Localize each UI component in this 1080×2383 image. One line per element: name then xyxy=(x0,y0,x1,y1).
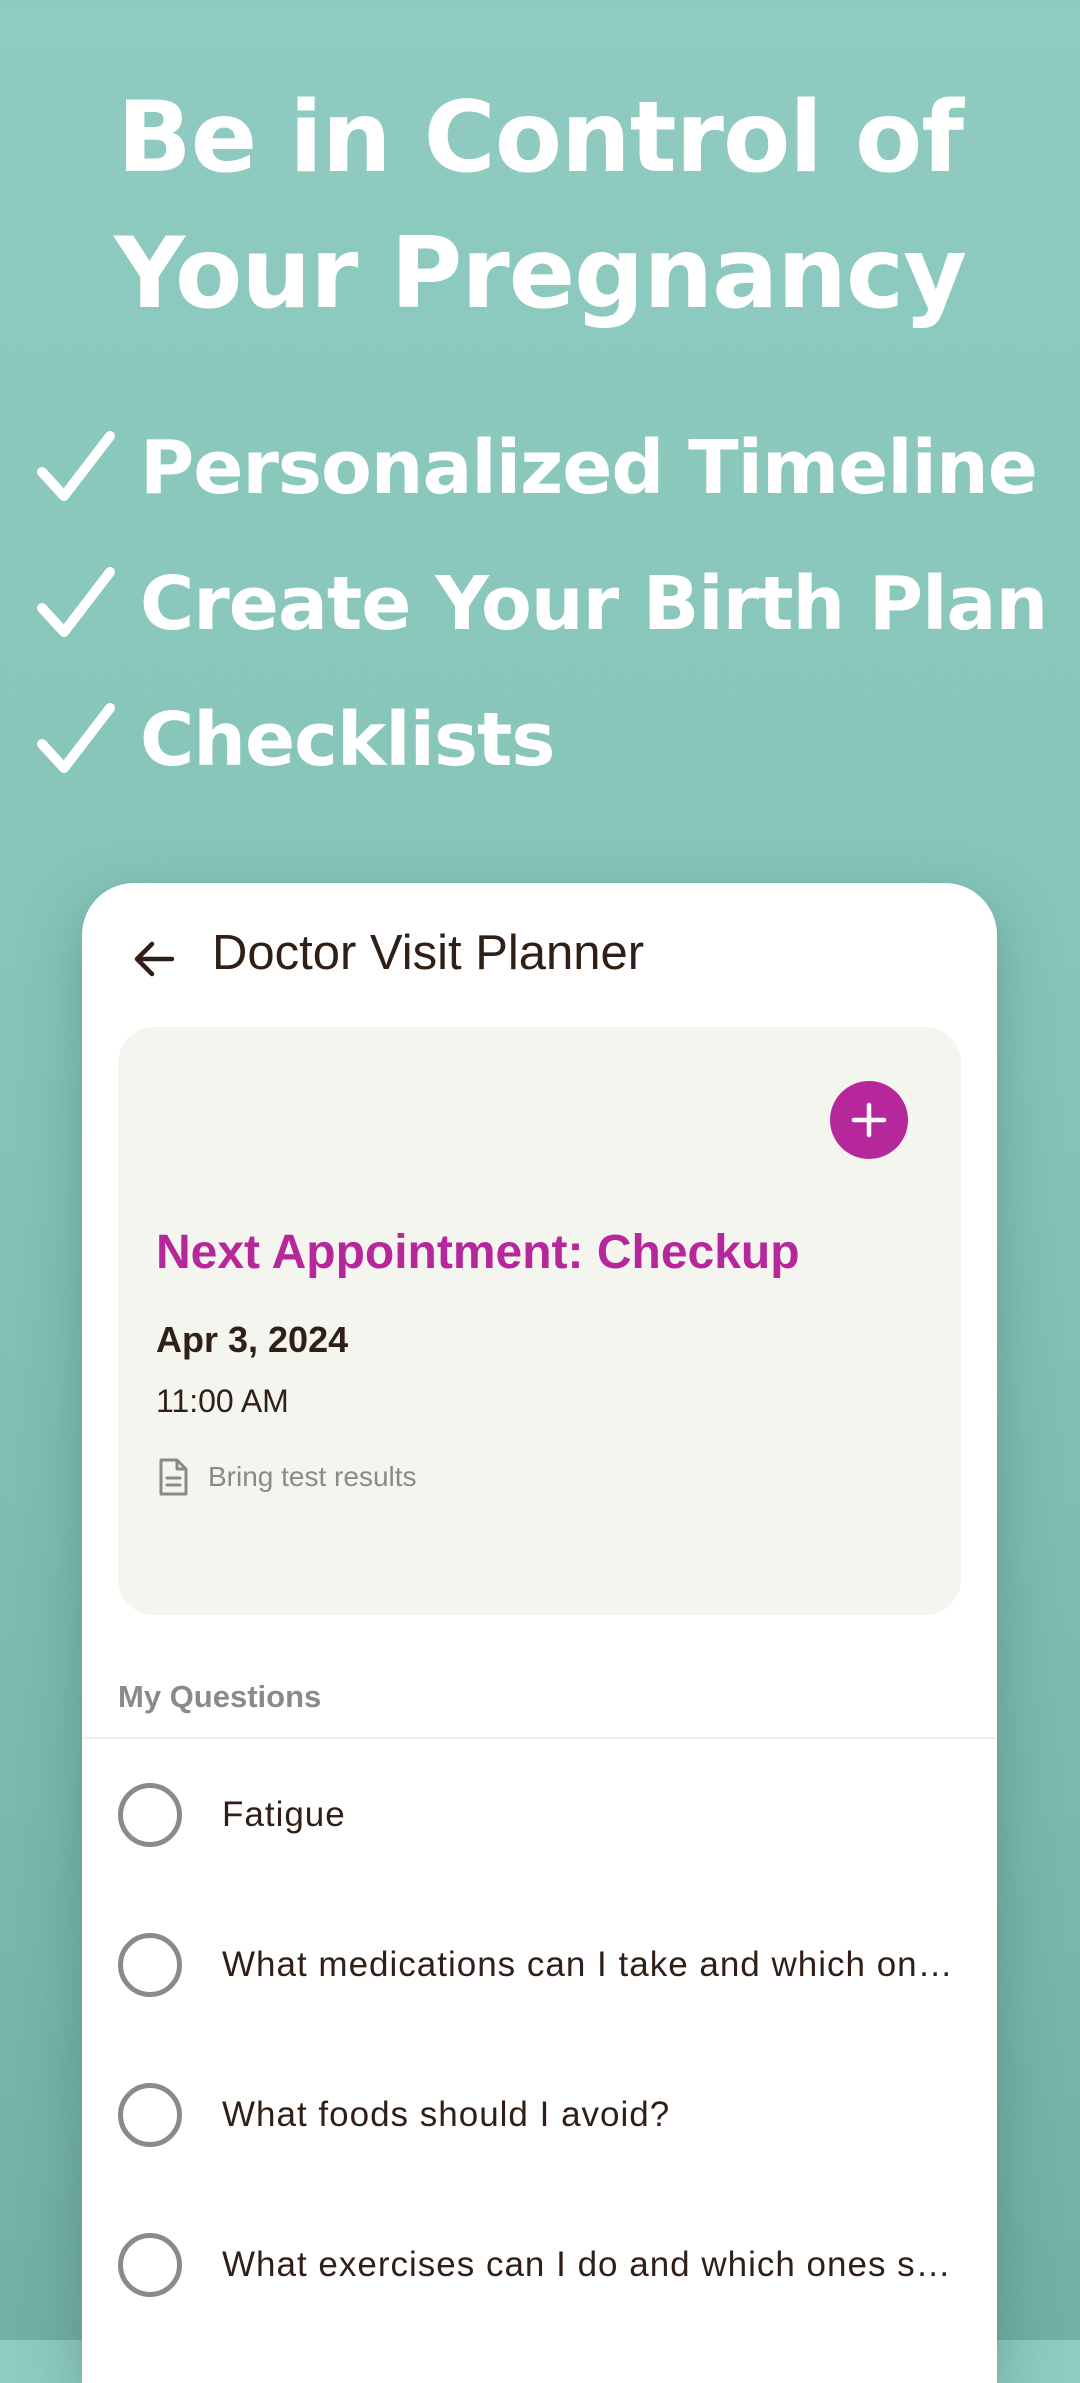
feature-list: Personalized Timeline Create Your Birth … xyxy=(36,400,1076,808)
app-screen: Doctor Visit Planner Next Appointment: C… xyxy=(82,883,997,2383)
question-item[interactable]: What medications can I take and which on… xyxy=(82,1890,997,2040)
question-checkbox[interactable] xyxy=(118,1933,182,1997)
plus-icon xyxy=(851,1102,887,1138)
questions-section-title: My Questions xyxy=(118,1679,322,1714)
appointment-time: 11:00 AM xyxy=(156,1383,289,1419)
question-text: What exercises can I do and which ones s… xyxy=(222,2245,962,2284)
appointment-note: Bring test results xyxy=(156,1457,417,1497)
appointment-card[interactable]: Next Appointment: Checkup Apr 3, 2024 11… xyxy=(118,1027,961,1615)
question-item[interactable]: What foods should I avoid? xyxy=(82,2040,997,2190)
appointment-note-text: Bring test results xyxy=(208,1461,417,1492)
appointment-date: Apr 3, 2024 xyxy=(156,1319,349,1360)
feature-item: Checklists xyxy=(36,672,1076,808)
question-text: Fatigue xyxy=(222,1795,346,1834)
app-bar: Doctor Visit Planner xyxy=(82,883,997,1023)
check-icon xyxy=(37,567,115,637)
question-checkbox[interactable] xyxy=(118,2233,182,2297)
divider xyxy=(82,1737,997,1739)
questions-list: Fatigue What medications can I take and … xyxy=(82,1740,997,2340)
feature-item: Create Your Birth Plan xyxy=(36,536,1076,672)
document-icon xyxy=(159,1458,188,1496)
question-text: What foods should I avoid? xyxy=(222,2095,671,2134)
feature-label: Create Your Birth Plan xyxy=(140,561,1048,647)
headline: Be in Control of Your Pregnancy xyxy=(0,70,1080,342)
check-icon xyxy=(37,431,115,501)
add-appointment-button[interactable] xyxy=(830,1081,908,1159)
feature-label: Personalized Timeline xyxy=(140,425,1038,511)
page-title: Doctor Visit Planner xyxy=(212,926,645,980)
feature-label: Checklists xyxy=(140,697,555,783)
appointment-title: Next Appointment: Checkup xyxy=(156,1226,800,1279)
back-button[interactable] xyxy=(118,923,190,995)
question-item[interactable]: What exercises can I do and which ones s… xyxy=(82,2190,997,2340)
question-item[interactable]: Fatigue xyxy=(82,1740,997,1890)
arrow-left-icon xyxy=(134,941,175,977)
question-checkbox[interactable] xyxy=(118,1783,182,1847)
question-checkbox[interactable] xyxy=(118,2083,182,2147)
question-text: What medications can I take and which on… xyxy=(222,1945,962,1984)
feature-item: Personalized Timeline xyxy=(36,400,1076,536)
check-icon xyxy=(37,703,115,773)
headline-line-1: Be in Control of xyxy=(117,81,964,195)
headline-line-2: Your Pregnancy xyxy=(114,217,967,331)
